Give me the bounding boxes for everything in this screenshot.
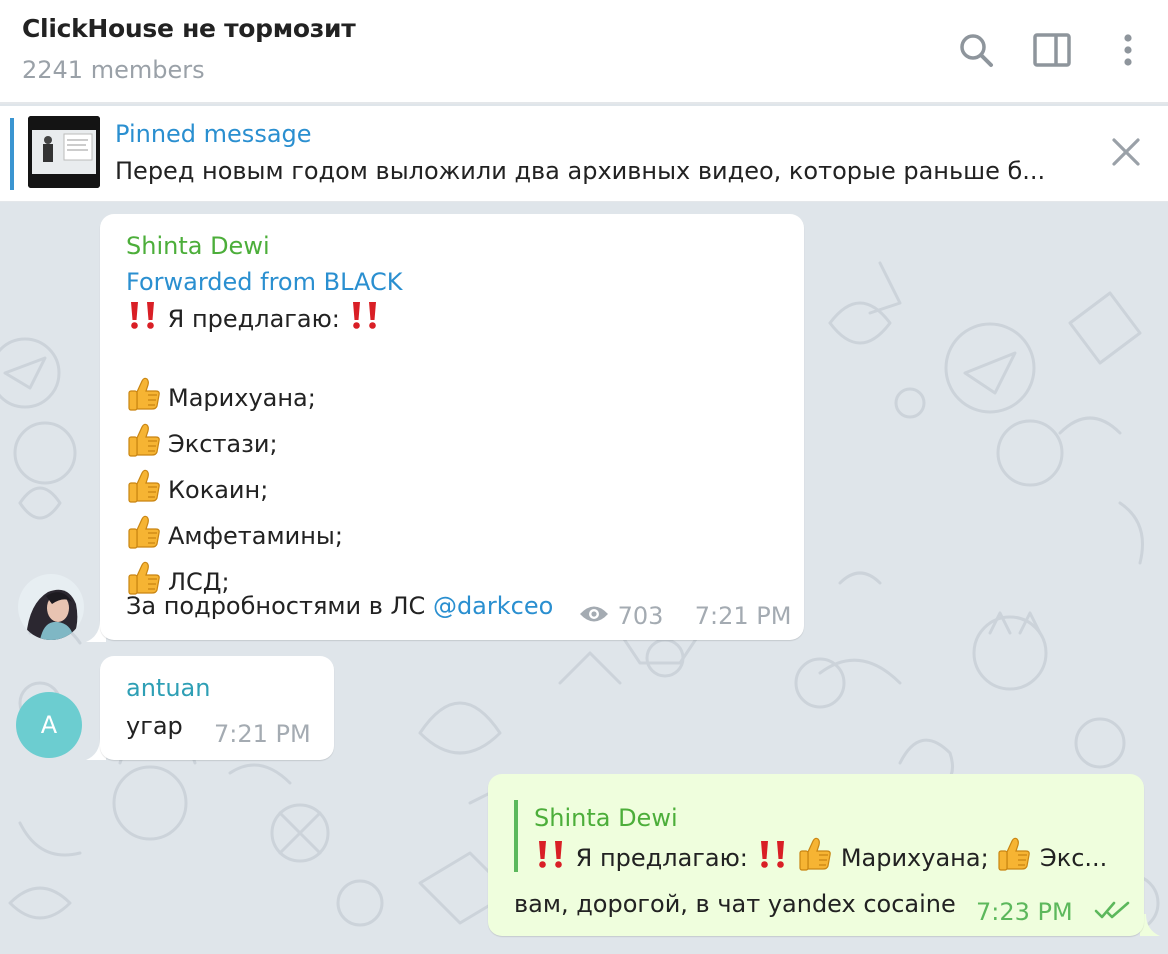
message-time: 7:21 PM (694, 602, 792, 630)
list-item-text: Амфетамины; (168, 522, 343, 550)
offer-list: Марихуана; Экстази; Кокаин; Амфетамины; ЛСД; (126, 376, 382, 606)
message-time: 7:21 PM (214, 720, 311, 748)
pinned-thumbnail (28, 116, 100, 188)
list-item-text: Марихуана; (168, 384, 316, 412)
avatar[interactable] (18, 574, 84, 640)
contact-line: За подробностями в ЛС @darkceo (126, 592, 554, 620)
chat-title[interactable]: ClickHouse не тормозит (22, 14, 356, 43)
offer-line: Я предлагаю: (126, 300, 382, 340)
forwarded-from[interactable]: Forwarded from BLACK (126, 268, 403, 296)
more-icon[interactable] (1106, 28, 1150, 72)
message-text: угар (126, 712, 183, 740)
thumbs-up-icon (797, 836, 833, 882)
message-bubble[interactable]: Shinta Dewi Forwarded from BLACK Я предл… (100, 214, 804, 640)
reply-sender[interactable]: Shinta Dewi (534, 804, 678, 832)
list-item-text: Экстази; (168, 430, 278, 458)
message-sender[interactable]: antuan (126, 674, 210, 702)
list-item: Экстази; (126, 422, 382, 468)
pinned-title: Pinned message (115, 120, 312, 148)
list-item: Кокаин; (126, 468, 382, 514)
message-bubble[interactable]: antuan угар 7:21 PM (100, 656, 334, 760)
message-sender[interactable]: Shinta Dewi (126, 232, 270, 260)
list-item: Амфетамины; (126, 514, 382, 560)
pinned-accent-bar (10, 118, 14, 190)
member-count: 2241 members (22, 56, 205, 84)
close-icon[interactable] (1106, 132, 1146, 176)
outgoing-message-bubble[interactable]: Shinta Dewi Я предлагаю: Марихуана; Экс.… (488, 774, 1144, 936)
message-meta: 7:23 PM (976, 898, 1132, 927)
double-exclamation-icon (756, 839, 790, 879)
avatar[interactable]: A (16, 692, 82, 758)
view-count: 703 (617, 602, 664, 630)
thumbs-up-icon (126, 422, 162, 468)
thumbs-up-icon (996, 836, 1032, 882)
message-time: 7:23 PM (976, 898, 1073, 926)
list-item: Марихуана; (126, 376, 382, 422)
pinned-message[interactable]: Pinned message Перед новым годом выложил… (0, 106, 1168, 202)
double-check-icon (1094, 899, 1132, 927)
message-meta: 703 7:21 PM (578, 602, 791, 631)
double-exclamation-icon (534, 839, 568, 879)
thumbs-up-icon (126, 514, 162, 560)
contact-link[interactable]: @darkceo (433, 592, 553, 620)
reply-accent-bar (514, 800, 518, 872)
message-text: вам, дорогой, в чат yandex cocaine (514, 890, 956, 918)
sidebar-toggle-icon[interactable] (1030, 28, 1074, 72)
pinned-text: Перед новым годом выложили два архивных … (115, 157, 1046, 185)
list-item-text: Кокаин; (168, 476, 269, 504)
double-exclamation-icon (126, 300, 160, 340)
eye-icon (578, 603, 610, 631)
double-exclamation-icon (348, 300, 382, 340)
thumbs-up-icon (126, 468, 162, 514)
thumbs-up-icon (126, 376, 162, 422)
chat-header: ClickHouse не тормозит 2241 members (0, 0, 1168, 104)
reply-preview[interactable]: Я предлагаю: Марихуана; Экс... (534, 836, 1107, 882)
search-icon[interactable] (954, 28, 998, 72)
